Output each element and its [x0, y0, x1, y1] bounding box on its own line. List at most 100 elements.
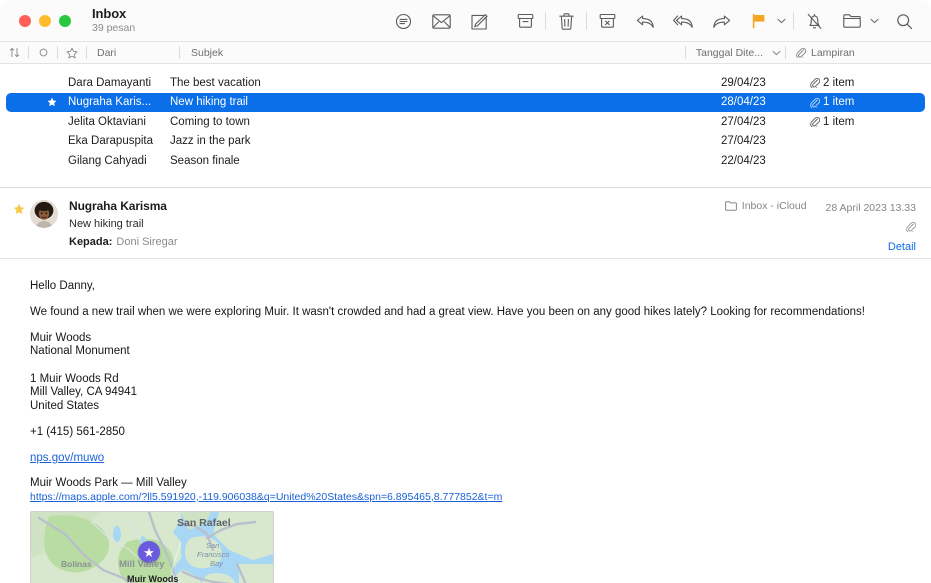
- table-row[interactable]: Gilang Cahyadi Season finale 22/04/23: [6, 151, 925, 171]
- close-button[interactable]: [19, 14, 31, 27]
- column-header-from[interactable]: Dari: [87, 42, 179, 64]
- flag-icon[interactable]: [744, 6, 774, 36]
- row-from: Gilang Cahyadi: [68, 154, 147, 167]
- paperclip-icon: [809, 116, 820, 128]
- message-list[interactable]: Dara Damayanti The best vacation 29/04/23 2…: [0, 64, 931, 188]
- trash-icon[interactable]: [551, 6, 581, 36]
- row-subject: [169, 64, 721, 68]
- reply-icon[interactable]: [630, 6, 660, 36]
- message-header-meta: Inbox - iCloud 28 April 2023 13.33 Detai…: [724, 200, 917, 253]
- mute-bell-icon[interactable]: [799, 6, 829, 36]
- address-block: 1 Muir Woods Rd Mill Valley, CA 94941 Un…: [30, 373, 931, 413]
- flag-chevron-down-icon[interactable]: [774, 18, 788, 24]
- table-row[interactable]: [6, 64, 925, 72]
- row-star-icon[interactable]: [8, 97, 68, 107]
- table-row[interactable]: Nugraha Karis... New hiking trail 28/04/23…: [6, 92, 925, 112]
- traffic-light-buttons: [19, 14, 71, 27]
- phone-number[interactable]: +1 (415) 561-2850: [30, 427, 931, 439]
- table-row[interactable]: Jelita Oktaviani Coming to town 27/04/23 1 …: [6, 112, 925, 132]
- toolbar-separator-3: [793, 12, 794, 30]
- mark-unread-icon[interactable]: [426, 6, 456, 36]
- column-header-date[interactable]: Tanggal Dite...: [686, 42, 767, 64]
- row-attachment-label: 2 item: [823, 76, 855, 89]
- row-date: 27/04/23: [721, 115, 766, 128]
- row-subject: The best vacation: [170, 76, 261, 89]
- paperclip-icon: [795, 47, 806, 58]
- row-subject: Season finale: [170, 154, 240, 167]
- row-attachment: 2 item: [809, 77, 925, 89]
- sort-arrows-icon[interactable]: [0, 47, 28, 58]
- place-name: Muir Woods: [30, 332, 92, 344]
- row-from: [68, 64, 169, 68]
- junk-icon[interactable]: [592, 6, 622, 36]
- avatar: [30, 200, 58, 228]
- address-line-2: Mill Valley, CA 94941: [30, 386, 137, 399]
- address-line-3: United States: [30, 399, 100, 412]
- website-link[interactable]: nps.gov/muwo: [30, 452, 104, 464]
- row-from: Jelita Oktaviani: [68, 115, 146, 128]
- mailbox-badge[interactable]: Inbox - iCloud: [724, 200, 807, 212]
- body-paragraph: We found a new trail when we were explor…: [30, 305, 865, 318]
- recipient-label: Kepada:: [69, 236, 113, 248]
- recipient-line: Kepada: Doni Siregar: [69, 237, 178, 248]
- message-list-header: Dari Subjek Tanggal Dite... Lampiran: [0, 42, 931, 64]
- row-from: Dara Damayanti: [68, 76, 152, 89]
- window-title: Inbox: [92, 6, 127, 22]
- chevron-down-icon[interactable]: [767, 50, 785, 56]
- row-attachment-label: 1 item: [823, 115, 855, 128]
- row-subject: Coming to town: [170, 115, 250, 128]
- row-date: 22/04/23: [721, 154, 766, 167]
- paperclip-icon: [809, 97, 820, 108]
- mail-window: Inbox 39 pesan Dari Subjek Tanggal Dite.…: [0, 0, 931, 583]
- table-row[interactable]: Eka Darapuspita Jazz in the park 27/04/23: [6, 132, 925, 152]
- star-icon[interactable]: [58, 47, 86, 59]
- row-attachment: 1 item: [809, 96, 925, 108]
- row-attachment-label: 1 item: [823, 96, 855, 109]
- message-header: Nugraha Karisma New hiking trail Kepada:…: [0, 188, 931, 259]
- map-caption: Muir Woods Park — Mill Valley: [30, 477, 187, 490]
- column-header-subject[interactable]: Subjek: [180, 42, 223, 64]
- window-title-block: Inbox 39 pesan: [92, 7, 135, 34]
- reply-all-icon[interactable]: [668, 6, 698, 36]
- map-url-wrap: https://maps.apple.com/?ll5.591920,-119.…: [30, 492, 931, 503]
- row-subject: Jazz in the park: [170, 135, 251, 148]
- search-icon[interactable]: [889, 6, 919, 36]
- map-attachment[interactable]: ★ San Rafael San Francisco Bay Bolinas Mill V…: [30, 511, 274, 583]
- row-attachment: [809, 64, 925, 68]
- compose-icon[interactable]: [464, 6, 494, 36]
- body-greeting: Hello Danny,: [30, 280, 95, 292]
- message-subject: New hiking trail: [69, 218, 144, 230]
- zoom-button[interactable]: [59, 14, 71, 27]
- row-from: Nugraha Karis...: [68, 96, 152, 109]
- toolbar-separator-2: [586, 12, 587, 30]
- paperclip-icon: [809, 77, 820, 89]
- archive-icon[interactable]: [510, 6, 540, 36]
- map-url-link[interactable]: https://maps.apple.com/?ll5.591920,-119.…: [30, 491, 502, 503]
- toolbar: [388, 0, 919, 42]
- row-from: Eka Darapuspita: [68, 135, 154, 148]
- place-block: Muir Woods National Monument: [30, 332, 931, 359]
- folder-icon: [724, 201, 737, 211]
- unread-dot-icon[interactable]: [29, 48, 57, 57]
- title-bar: Inbox 39 pesan: [0, 0, 931, 42]
- map-graphic: [31, 512, 273, 583]
- toolbar-separator-1: [545, 12, 546, 30]
- paperclip-icon[interactable]: [725, 221, 917, 235]
- mailbox-label: Inbox - iCloud: [741, 200, 807, 212]
- sender-name: Nugraha Karisma: [69, 199, 167, 213]
- message-star-icon[interactable]: [10, 199, 28, 215]
- folder-chevron-down-icon[interactable]: [867, 18, 881, 24]
- row-subject: New hiking trail: [170, 96, 248, 109]
- filter-icon[interactable]: [388, 6, 418, 36]
- column-header-attachment[interactable]: Lampiran: [786, 42, 931, 64]
- message-rows: Dara Damayanti The best vacation 29/04/23 2…: [0, 73, 931, 171]
- move-folder-icon[interactable]: [837, 6, 867, 36]
- minimize-button[interactable]: [39, 14, 51, 27]
- website-link-wrap: nps.gov/muwo: [30, 452, 931, 465]
- row-date: 27/04/23: [721, 135, 766, 148]
- row-date: 29/04/23: [721, 76, 766, 89]
- detail-button[interactable]: Detail: [725, 241, 916, 253]
- table-row[interactable]: Dara Damayanti The best vacation 29/04/23 2…: [6, 73, 925, 93]
- forward-icon[interactable]: [706, 6, 736, 36]
- recipient-value[interactable]: Doni Siregar: [116, 236, 177, 248]
